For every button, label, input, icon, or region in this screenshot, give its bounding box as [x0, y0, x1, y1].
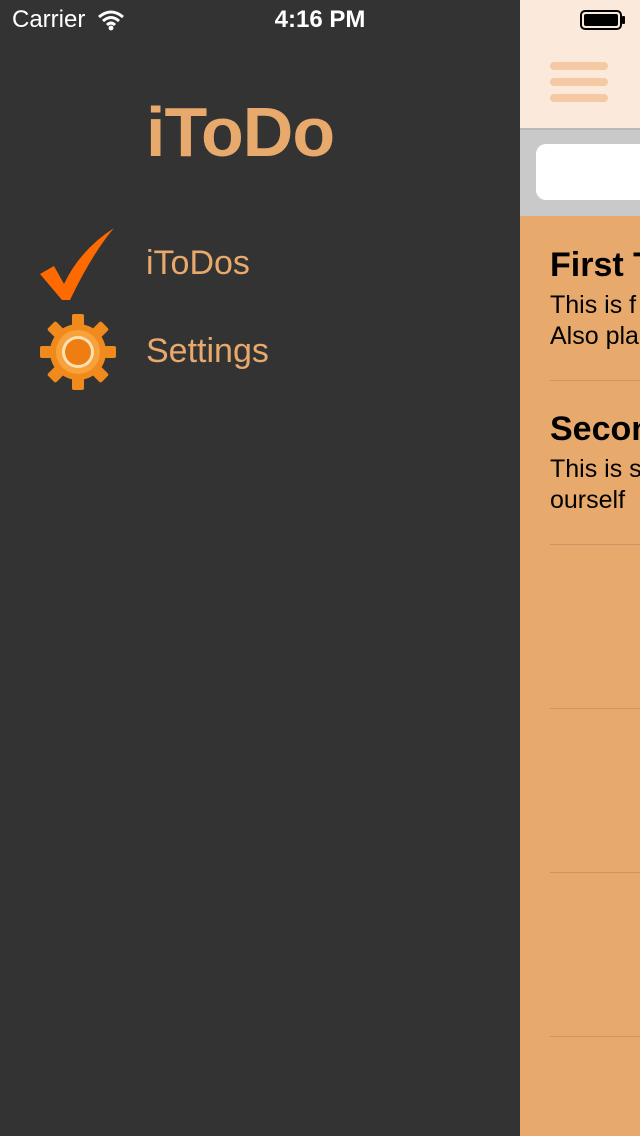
- gear-icon: [40, 314, 116, 390]
- hamburger-menu-icon[interactable]: [550, 62, 608, 104]
- empty-row: [550, 544, 640, 709]
- menu-item-label: Settings: [146, 332, 269, 370]
- todo-list-panel[interactable]: First T This is f Also pla Secon This is…: [520, 0, 640, 1136]
- todo-description-line: ourself: [550, 486, 626, 514]
- todo-row[interactable]: Secon This is s ourself: [550, 380, 640, 545]
- empty-row: [550, 708, 640, 873]
- todo-row[interactable]: First T This is f Also pla: [550, 216, 640, 381]
- status-time: 4:16 PM: [274, 6, 366, 33]
- battery-icon: [580, 10, 625, 30]
- status-bar: Carrier 4:16 PM: [0, 0, 640, 40]
- todo-description-line: This is f: [550, 291, 637, 319]
- todo-title: Secon: [550, 410, 640, 448]
- empty-row: [550, 872, 640, 1037]
- menu-item-settings[interactable]: Settings: [0, 312, 520, 392]
- todo-description-line: Also pla: [550, 322, 639, 350]
- todo-description-line: This is s: [550, 455, 640, 483]
- search-input[interactable]: [536, 144, 640, 200]
- search-bar: [520, 130, 640, 216]
- todo-title: First T: [550, 246, 640, 284]
- checkmark-icon: [40, 228, 114, 300]
- menu-item-itodos[interactable]: iToDos: [0, 226, 520, 306]
- todo-description: This is s ourself: [550, 454, 640, 516]
- menu-item-label: iToDos: [146, 244, 250, 282]
- app-title: iToDo: [146, 93, 335, 171]
- todo-description: This is f Also pla: [550, 290, 639, 352]
